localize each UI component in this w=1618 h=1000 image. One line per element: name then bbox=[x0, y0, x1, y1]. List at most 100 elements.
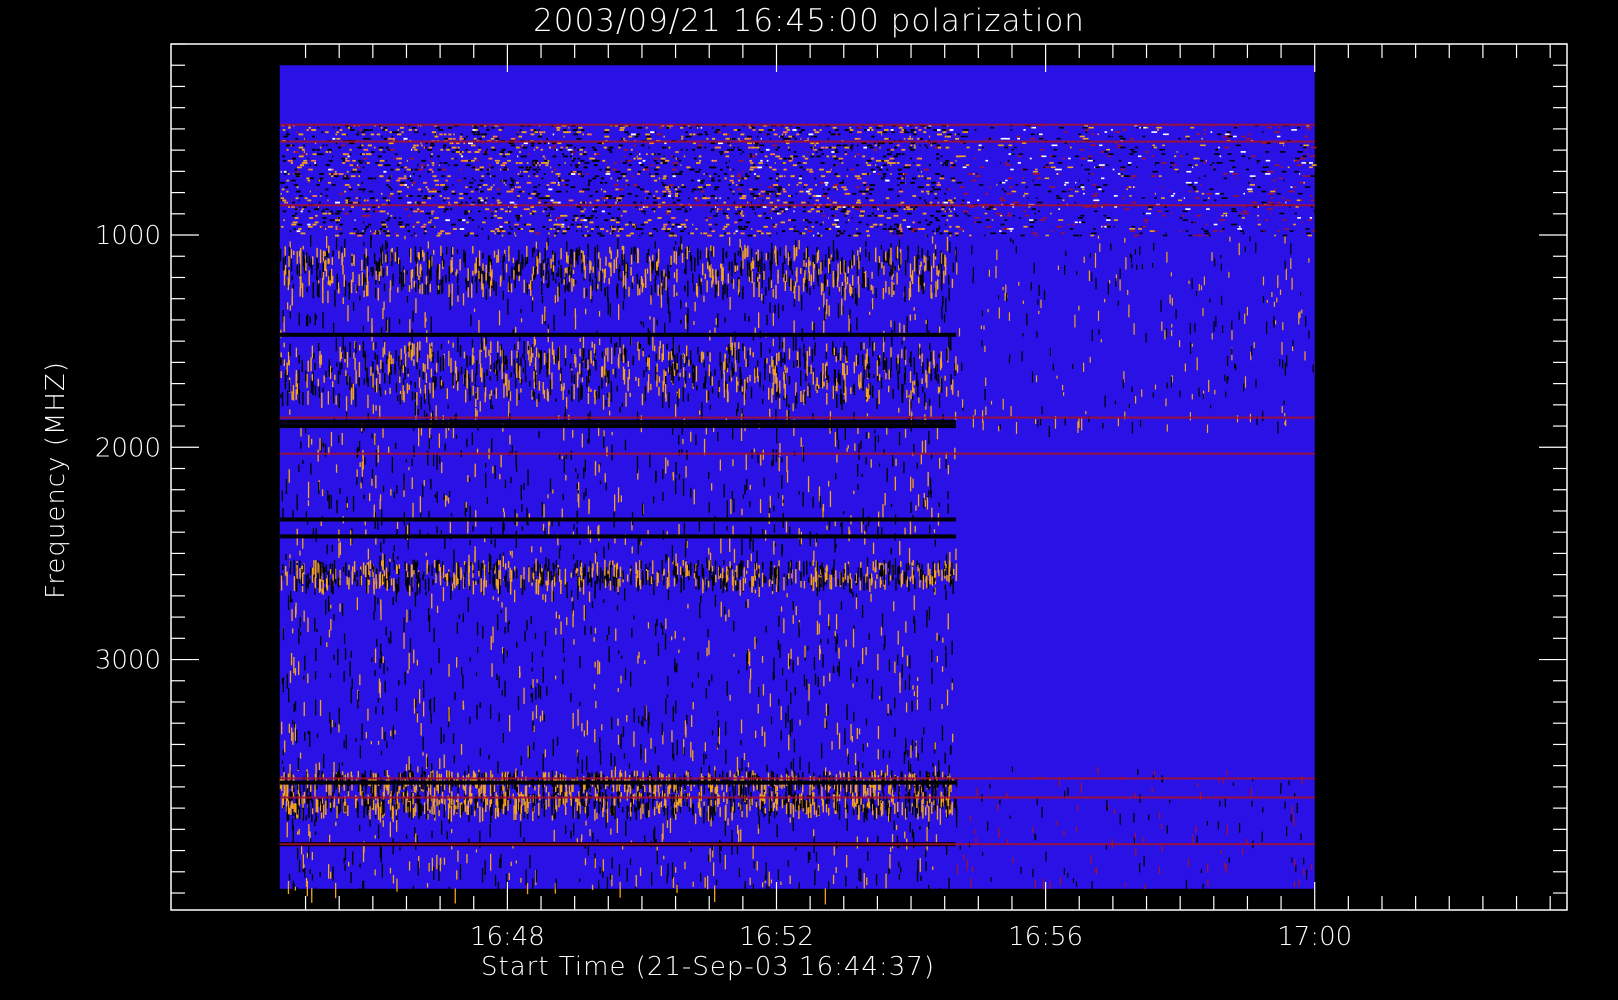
spectro-streak bbox=[755, 638, 757, 644]
spectro-pixel bbox=[1091, 133, 1094, 136]
spectro-pixel bbox=[427, 148, 433, 151]
spectro-pixel bbox=[382, 151, 386, 153]
spectro-pixel bbox=[1265, 219, 1269, 221]
spectro-pixel bbox=[785, 168, 787, 171]
spectro-pixel bbox=[758, 148, 761, 151]
spectro-pixel bbox=[497, 230, 500, 233]
spectro-pixel bbox=[429, 168, 433, 171]
spectro-streak bbox=[570, 450, 572, 460]
spectro-pixel bbox=[515, 214, 521, 217]
spectro-pixel bbox=[556, 217, 561, 219]
spectro-streak bbox=[899, 679, 901, 693]
spectro-streak bbox=[374, 385, 376, 392]
spectro-pixel bbox=[902, 219, 906, 222]
spectro-streak bbox=[675, 553, 677, 567]
spectro-streak bbox=[370, 236, 372, 241]
spectro-pixel bbox=[760, 151, 764, 153]
spectro-streak bbox=[438, 864, 440, 881]
spectro-streak bbox=[637, 655, 639, 664]
spectro-pixel bbox=[576, 206, 582, 208]
spectro-pixel bbox=[760, 184, 762, 186]
spectro-pixel bbox=[342, 159, 345, 162]
spectro-streak bbox=[611, 875, 613, 887]
spectro-pixel bbox=[284, 201, 289, 204]
spectro-pixel bbox=[672, 201, 676, 204]
spectro-streak bbox=[502, 507, 505, 513]
spectro-pixel bbox=[447, 126, 453, 129]
spectro-pixel bbox=[656, 197, 661, 200]
spectro-pixel bbox=[805, 190, 810, 193]
spectro-pixel bbox=[651, 208, 656, 211]
spectro-pixel bbox=[431, 190, 436, 193]
spectro-streak bbox=[778, 457, 780, 472]
spectro-pixel bbox=[654, 131, 656, 134]
spectro-pixel bbox=[898, 228, 903, 230]
spectro-pixel bbox=[429, 217, 432, 219]
spectro-pixel bbox=[420, 164, 425, 167]
spectro-pixel bbox=[1306, 232, 1311, 235]
spectro-pixel bbox=[700, 181, 704, 184]
spectro-pixel bbox=[1022, 195, 1025, 197]
spectro-pixel bbox=[298, 133, 304, 136]
spectro-pixel bbox=[576, 225, 582, 228]
spectro-pixel bbox=[497, 232, 501, 235]
spectro-pixel bbox=[683, 228, 686, 230]
spectro-pixel bbox=[894, 146, 898, 149]
spectro-pixel bbox=[606, 230, 609, 233]
spectro-pixel bbox=[945, 146, 950, 149]
spectro-streak bbox=[299, 752, 302, 759]
spectro-pixel bbox=[769, 234, 771, 237]
spectro-streak bbox=[450, 512, 453, 517]
spectro-pixel bbox=[866, 164, 872, 167]
spectro-pixel bbox=[1068, 157, 1071, 160]
spectro-streak bbox=[793, 320, 795, 335]
spectro-pixel bbox=[639, 153, 641, 156]
spectro-pixel bbox=[835, 129, 839, 131]
spectro-pixel bbox=[893, 228, 897, 230]
spectro-pixel bbox=[750, 166, 755, 169]
spectro-pixel bbox=[1116, 146, 1120, 149]
spectro-streak bbox=[281, 490, 283, 502]
spectro-streak bbox=[711, 483, 713, 491]
spectro-pixel bbox=[379, 175, 383, 178]
spectro-pixel bbox=[1002, 228, 1008, 230]
spectro-pixel bbox=[897, 184, 900, 186]
spectro-pixel bbox=[777, 146, 781, 149]
spectro-pixel bbox=[726, 217, 730, 219]
spectro-streak bbox=[529, 855, 531, 869]
spectro-pixel bbox=[460, 155, 464, 158]
spectro-pixel bbox=[578, 126, 583, 129]
spectro-streak bbox=[880, 686, 883, 701]
spectro-streak bbox=[428, 862, 430, 872]
spectro-pixel bbox=[1195, 197, 1200, 199]
spectro-streak bbox=[747, 350, 749, 368]
spectro-pixel bbox=[909, 135, 911, 138]
spectro-pixel bbox=[1001, 188, 1004, 191]
spectro-pixel bbox=[441, 175, 445, 178]
spectro-streak bbox=[533, 742, 535, 751]
spectro-pixel bbox=[638, 162, 642, 164]
spectro-streak bbox=[332, 866, 334, 881]
spectro-pixel bbox=[510, 228, 513, 230]
spectro-streak bbox=[833, 250, 835, 262]
spectro-pixel bbox=[538, 129, 540, 131]
spectro-pixel bbox=[828, 228, 832, 230]
spectro-pixel bbox=[591, 230, 593, 233]
spectro-pixel bbox=[1069, 228, 1074, 230]
spectro-pixel bbox=[793, 155, 798, 158]
spectro-pixel bbox=[910, 131, 913, 134]
spectro-streak bbox=[585, 488, 587, 497]
spectro-streak bbox=[765, 626, 767, 633]
spectro-pixel bbox=[1195, 190, 1199, 193]
spectro-pixel bbox=[675, 157, 678, 160]
spectro-pixel bbox=[1136, 166, 1138, 169]
spectro-pixel bbox=[412, 225, 415, 228]
spectro-pixel bbox=[950, 177, 956, 180]
spectro-streak bbox=[304, 655, 306, 671]
spectro-pixel bbox=[514, 223, 519, 226]
spectro-streak bbox=[907, 245, 909, 251]
spectro-pixel bbox=[287, 131, 289, 134]
spectro-pixel bbox=[476, 159, 479, 162]
spectro-streak bbox=[329, 712, 331, 723]
spectro-pixel bbox=[389, 148, 395, 151]
